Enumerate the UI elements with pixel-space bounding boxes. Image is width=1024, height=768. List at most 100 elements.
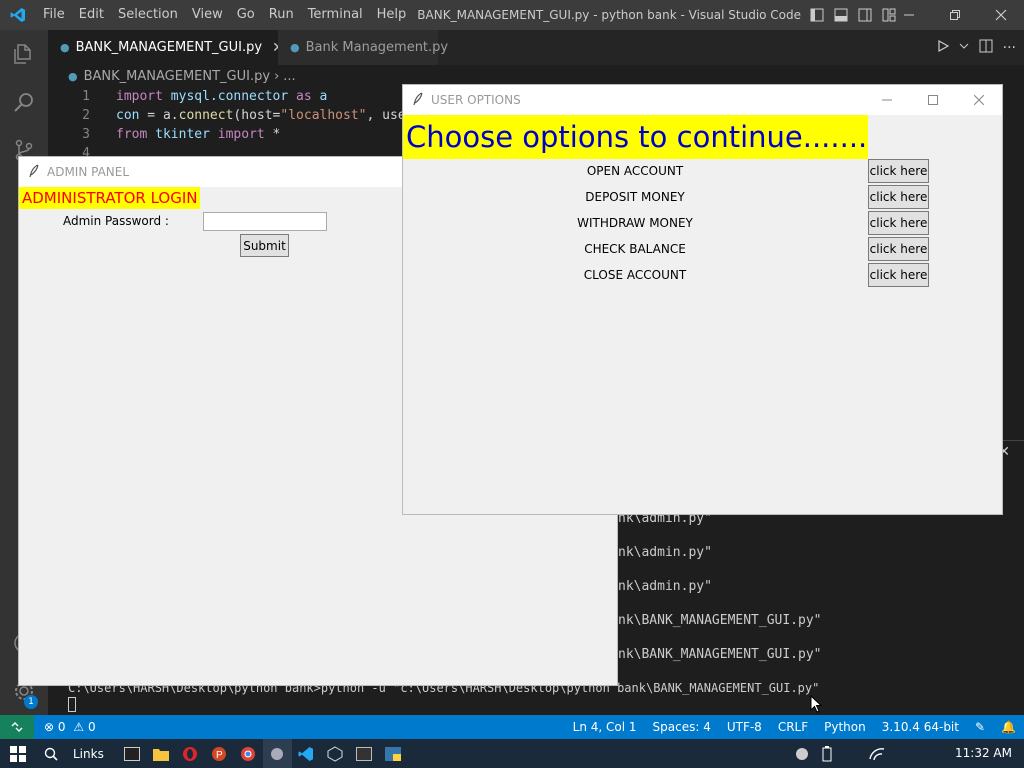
maximize-icon[interactable] — [910, 85, 956, 115]
menu-help[interactable]: Help — [370, 0, 414, 30]
run-python-file-icon[interactable] — [937, 39, 949, 56]
wifi-icon[interactable] — [862, 739, 891, 768]
admin-password-label: Admin Password : — [63, 214, 169, 228]
breadcrumb-file[interactable]: BANK_MANAGEMENT_GUI.py — [84, 69, 270, 84]
code-token: as — [296, 89, 312, 104]
menu-edit[interactable]: Edit — [72, 0, 111, 30]
terminal-line: nk\admin.py" — [618, 545, 712, 560]
user-options-title: USER OPTIONS — [431, 93, 521, 107]
taskbar-search-icon[interactable] — [36, 739, 65, 768]
search-icon[interactable] — [0, 78, 48, 126]
line-number: 2 — [82, 108, 90, 123]
terminal-line: nk\BANK_MANAGEMENT_GUI.py" — [618, 613, 822, 628]
svg-text:P: P — [216, 750, 223, 761]
chrome-browser-icon[interactable] — [234, 739, 263, 768]
code-token: con — [116, 108, 140, 123]
option-label-check-balance: CHECK BALANCE — [584, 242, 686, 256]
vscode-titlebar: File Edit Selection View Go Run Terminal… — [0, 0, 1024, 30]
more-actions-icon[interactable]: ··· — [1003, 40, 1016, 56]
menu-file[interactable]: File — [36, 0, 72, 30]
python-idle-icon[interactable] — [379, 739, 408, 768]
battery-icon[interactable] — [812, 739, 841, 768]
option-label-withdraw-money: WITHDRAW MONEY — [577, 216, 693, 230]
check-balance-button[interactable]: click here — [868, 237, 929, 261]
choose-options-heading: Choose options to continue....... — [403, 115, 868, 159]
open-account-button[interactable]: click here — [868, 159, 929, 183]
end-of-line[interactable]: CRLF — [770, 720, 816, 734]
restore-icon[interactable] — [932, 0, 978, 30]
editor-tabs: ● BANK_MANAGEMENT_GUI.py ✕ ● Bank Manage… — [48, 30, 1024, 65]
python-tk-taskbar-icon[interactable] — [262, 739, 292, 768]
file-explorer-icon[interactable] — [147, 739, 176, 768]
run-dropdown-chevron-icon[interactable] — [959, 40, 969, 55]
toggle-primary-sidebar-icon[interactable] — [805, 0, 829, 30]
admin-panel-title: ADMIN PANEL — [47, 165, 130, 179]
opera-browser-icon[interactable] — [176, 739, 205, 768]
line-number: 1 — [82, 89, 90, 104]
code-token: a — [311, 89, 328, 104]
system-clock[interactable]: 11:32 AM — [955, 739, 1012, 768]
python-file-icon: ● — [60, 41, 70, 54]
code-token: * — [264, 127, 281, 142]
feedback-icon[interactable]: ✎ — [967, 720, 993, 734]
explorer-icon[interactable] — [0, 30, 48, 78]
menu-run[interactable]: Run — [262, 0, 301, 30]
terminal-app-icon[interactable] — [350, 739, 379, 768]
problems-status[interactable]: ⊗ 0 ⚠ 0 — [44, 720, 96, 734]
error-count: 0 — [57, 720, 66, 734]
option-label-deposit-money: DEPOSIT MONEY — [585, 190, 685, 204]
close-icon[interactable] — [956, 85, 1002, 115]
close-icon[interactable] — [978, 0, 1024, 30]
deposit-money-button[interactable]: click here — [868, 185, 929, 209]
terminal-line: nk\admin.py" — [618, 579, 712, 594]
tk-feather-icon — [413, 91, 423, 109]
breadcrumb-more[interactable]: ... — [283, 69, 295, 84]
warning-icon: ⚠ — [73, 720, 85, 734]
administrator-login-heading: ADMINISTRATOR LOGIN — [19, 187, 201, 209]
tab-label: Bank Management.py — [305, 40, 449, 55]
notifications-bell-icon[interactable]: 🔔 — [993, 720, 1024, 734]
encoding[interactable]: UTF-8 — [719, 720, 770, 734]
split-editor-icon[interactable] — [979, 39, 993, 57]
menu-go[interactable]: Go — [230, 0, 262, 30]
toggle-panel-icon[interactable] — [829, 0, 853, 30]
close-account-button[interactable]: click here — [868, 263, 929, 287]
windows-start-icon[interactable] — [0, 739, 36, 768]
tab-bank-management-gui[interactable]: ● BANK_MANAGEMENT_GUI.py ✕ — [48, 30, 284, 65]
line-number: 3 — [82, 127, 90, 142]
powerpoint-icon[interactable]: P — [205, 739, 234, 768]
python-interpreter[interactable]: 3.10.4 64-bit — [874, 720, 967, 734]
tab-bank-management[interactable]: ● Bank Management.py — [278, 30, 448, 65]
user-options-window: USER OPTIONS Choose options to continue.… — [402, 84, 1003, 515]
code-token: tkinter — [147, 127, 218, 142]
warning-count: 0 — [87, 720, 96, 734]
code-token: mysql.connector — [162, 89, 297, 104]
cursor-position[interactable]: Ln 4, Col 1 — [565, 720, 645, 734]
language-mode[interactable]: Python — [816, 720, 874, 734]
python-file-icon: ● — [68, 69, 78, 83]
code-token: (host= — [233, 108, 281, 123]
terminal-cursor — [68, 697, 76, 712]
indentation[interactable]: Spaces: 4 — [645, 720, 719, 734]
submit-button[interactable]: Submit — [240, 234, 289, 257]
links-toolbar[interactable]: Links — [73, 747, 104, 761]
withdraw-money-button[interactable]: click here — [868, 211, 929, 235]
menu-selection[interactable]: Selection — [111, 0, 185, 30]
admin-password-input[interactable] — [203, 212, 327, 231]
3d-viewer-icon[interactable] — [321, 739, 350, 768]
toggle-secondary-sidebar-icon[interactable] — [853, 0, 877, 30]
mouse-pointer-icon — [810, 694, 823, 717]
option-label-open-account: OPEN ACCOUNT — [586, 164, 684, 178]
vscode-taskbar-icon[interactable] — [292, 739, 321, 768]
user-options-titlebar[interactable]: USER OPTIONS — [403, 85, 1002, 115]
menu-terminal[interactable]: Terminal — [301, 0, 370, 30]
command-prompt-icon[interactable] — [118, 739, 147, 768]
code-token: = a. — [139, 108, 179, 123]
menu-view[interactable]: View — [185, 0, 230, 30]
python-file-icon: ● — [290, 41, 300, 54]
minimize-icon[interactable] — [886, 0, 932, 30]
remote-indicator-icon[interactable] — [0, 715, 34, 739]
minimize-icon[interactable] — [864, 85, 910, 115]
tk-feather-icon — [29, 163, 39, 181]
notification-count-badge: 1 — [24, 695, 38, 709]
